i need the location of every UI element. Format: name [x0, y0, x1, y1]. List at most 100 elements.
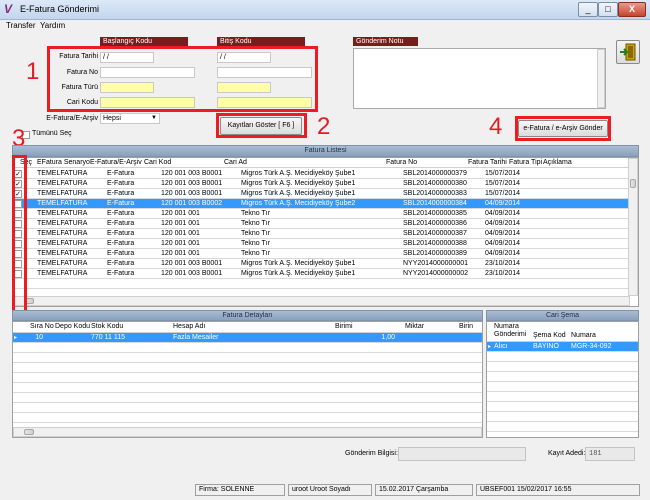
exit-button[interactable] — [616, 40, 640, 64]
cell-code: 120 001 001 — [161, 250, 200, 257]
cari-row[interactable] — [487, 392, 638, 402]
details-col-stok[interactable]: Stok Kodu — [91, 322, 123, 332]
invoice-list-hscrollbar[interactable] — [13, 296, 630, 306]
cell-scenario: TEMELFATURA — [37, 170, 88, 177]
cari-row[interactable] — [487, 382, 638, 392]
cell-code: 120 001 003 B0001 — [161, 180, 223, 187]
invoice-list-vscrollbar[interactable] — [628, 158, 638, 296]
details-row[interactable] — [13, 413, 482, 423]
cell-date: 15/07/2014 — [485, 190, 521, 197]
cell-no: NYY2014000000002 — [403, 270, 469, 277]
col-header-type[interactable]: E-Fatura/E-Arşiv — [90, 158, 146, 168]
record-count-label: Kayıt Adedi: — [548, 450, 586, 457]
cell-no: SBL2014000000388 — [403, 240, 467, 247]
menu-transfer[interactable]: Transfer — [6, 21, 36, 30]
cell-no: SBL2014000000384 — [403, 200, 467, 207]
cell-scenario: TEMELFATURA — [37, 200, 88, 207]
details-col-sira[interactable]: Sıra No — [30, 322, 54, 332]
annotation-number-1: 1 — [26, 58, 40, 85]
details-row[interactable] — [13, 363, 482, 373]
details-row[interactable]: ▸ 10 770 11 115 Fazla Mesailer 1,00 — [13, 333, 482, 343]
invoice-row[interactable]: ✓ TEMELFATURA E-Fatura 120 001 003 B0001 Mig… — [13, 179, 630, 189]
cell-no: SBL2014000000387 — [403, 230, 467, 237]
invoice-row[interactable]: TEMELFATURA E-Fatura 120 001 001 Tekno Tır S… — [13, 249, 630, 259]
details-col-miktar[interactable]: Miktar — [405, 322, 424, 332]
annotation-number-2: 2 — [317, 113, 331, 140]
invoice-row-empty[interactable] — [13, 279, 630, 289]
cell-name: Migros Türk A.Ş. Mecidiyeköy Şube1 — [241, 170, 356, 177]
col-header-date[interactable]: Fatura Tarihi — [468, 158, 510, 168]
cari-row[interactable] — [487, 372, 638, 382]
cell-date: 04/09/2014 — [485, 240, 521, 247]
col-header-invtype[interactable]: Fatura Tipi — [509, 158, 543, 168]
details-col-hesap[interactable]: Hesap Adı — [173, 322, 205, 332]
invoice-row[interactable]: TEMELFATURA E-Fatura 120 001 003 B0001 Migr… — [13, 269, 630, 279]
invoice-row[interactable]: ▸ TEMELFATURA E-Fatura 120 001 003 B0002 Mig… — [13, 199, 630, 209]
record-count-value: 181 — [585, 447, 635, 461]
details-col-birim[interactable]: Birimi — [335, 322, 353, 332]
invoice-row[interactable]: ✓ TEMELFATURA E-Fatura 120 001 003 B0001 Mig… — [13, 189, 630, 199]
cari-row[interactable]: ▸ Alıcı BAYINO MGR-34-092 — [487, 342, 638, 352]
cell-type: E-Fatura — [107, 230, 135, 237]
col-header-code[interactable]: Cari Kod — [144, 158, 171, 168]
invoice-row[interactable]: TEMELFATURA E-Fatura 120 001 001 Tekno Tır S… — [13, 219, 630, 229]
cell-scenario: TEMELFATURA — [37, 210, 88, 217]
details-header: Sıra No Depo Kodu Stok Kodu Hesap Adı Bi… — [13, 322, 482, 333]
cell-date: 04/09/2014 — [485, 230, 521, 237]
archive-type-label: E-Fatura/E-Arşiv — [46, 115, 98, 122]
cari-row[interactable] — [487, 402, 638, 412]
details-col-depo[interactable]: Depo Kodu — [55, 322, 90, 332]
cari-col-numara[interactable]: Numara — [571, 331, 596, 341]
col-header-desc[interactable]: Açıklama — [543, 158, 572, 168]
cell-scenario: TEMELFATURA — [37, 240, 88, 247]
cari-cell-gon: Alıcı — [494, 343, 508, 350]
cell-type: E-Fatura — [107, 200, 135, 207]
minimize-button[interactable]: _ — [578, 2, 598, 17]
cell-no: SBL2014000000379 — [403, 170, 467, 177]
details-row[interactable] — [13, 343, 482, 353]
status-date: 15.02.2017 Çarşamba — [375, 484, 473, 496]
invoice-row[interactable]: TEMELFATURA E-Fatura 120 001 001 Tekno Tır S… — [13, 229, 630, 239]
archive-type-select[interactable]: Hepsi ▼ — [100, 113, 160, 124]
menu-yardim[interactable]: Yardım — [40, 21, 65, 30]
details-row[interactable] — [13, 393, 482, 403]
cari-col-gonderim[interactable]: Numara Gönderimi — [494, 323, 532, 339]
details-row[interactable] — [13, 403, 482, 413]
details-row[interactable] — [13, 383, 482, 393]
cari-cell-kod: BAYINO — [533, 343, 559, 350]
close-button[interactable]: X — [618, 2, 646, 17]
cell-name: Migros Türk A.Ş. Mecidiyeköy Şube1 — [241, 180, 356, 187]
cell-code: 120 001 001 — [161, 230, 200, 237]
invoice-row[interactable]: TEMELFATURA E-Fatura 120 001 001 Tekno Tır S… — [13, 209, 630, 219]
details-hscroll-thumb[interactable] — [24, 429, 34, 435]
details-hscrollbar[interactable] — [13, 427, 482, 437]
cell-type: E-Fatura — [107, 260, 135, 267]
cari-row[interactable] — [487, 362, 638, 372]
details-row[interactable] — [13, 353, 482, 363]
invoice-list-title: Fatura Listesi — [12, 145, 639, 157]
invoice-row[interactable]: TEMELFATURA E-Fatura 120 001 001 Tekno Tır S… — [13, 239, 630, 249]
cell-no: NYY2014000000001 — [403, 260, 469, 267]
invoice-row[interactable]: TEMELFATURA E-Fatura 120 001 003 B0001 Migr… — [13, 259, 630, 269]
col-header-scenario[interactable]: EFatura Senaryo — [37, 158, 93, 168]
note-scrollbar[interactable] — [597, 49, 605, 108]
cell-name: Migros Türk A.Ş. Mecidiyeköy Şube1 — [241, 260, 356, 267]
annotation-box-2 — [216, 113, 307, 138]
note-header: Gönderim Notu — [353, 37, 418, 46]
cell-name: Tekno Tır — [241, 210, 271, 217]
maximize-button[interactable]: □ — [598, 2, 618, 17]
details-col-birin[interactable]: Birin — [459, 322, 481, 332]
col-header-no[interactable]: Fatura No — [386, 158, 417, 168]
status-user: uroot Uroot Soyadı — [288, 484, 372, 496]
cari-row[interactable] — [487, 352, 638, 362]
invoice-list-header: Seç EFatura Senaryo E-Fatura/E-Arşiv Car… — [13, 158, 630, 168]
col-header-name[interactable]: Cari Ad — [224, 158, 247, 168]
details-row[interactable] — [13, 373, 482, 383]
cari-row[interactable] — [487, 422, 638, 432]
cari-col-sema-kod[interactable]: Şema Kod — [533, 331, 566, 341]
cari-row[interactable] — [487, 412, 638, 422]
invoice-row[interactable]: ✓ TEMELFATURA E-Fatura 120 001 003 B0001 Mig… — [13, 169, 630, 179]
invoice-list-vscroll-thumb[interactable] — [630, 179, 636, 188]
cell-no: SBL2014000000386 — [403, 220, 467, 227]
note-textarea[interactable] — [353, 48, 606, 109]
